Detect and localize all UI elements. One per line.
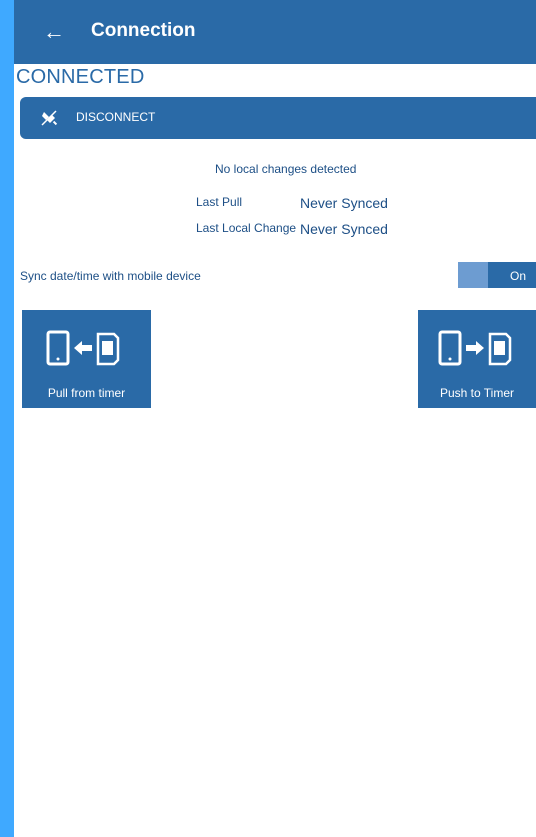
disconnect-label: DISCONNECT xyxy=(76,110,156,124)
push-to-timer-label: Push to Timer xyxy=(439,386,515,400)
toggle-thumb xyxy=(458,262,488,288)
sync-datetime-label: Sync date/time with mobile device xyxy=(20,269,201,283)
last-local-change-value: Never Synced xyxy=(300,221,388,237)
pull-from-timer-label: Pull from timer xyxy=(47,386,126,400)
pull-from-timer-button[interactable]: Pull from timer xyxy=(22,310,151,408)
push-to-timer-button[interactable]: Push to Timer xyxy=(418,310,536,408)
push-to-timer-icon xyxy=(438,330,512,366)
pull-from-timer-icon xyxy=(46,330,120,366)
disconnect-button[interactable]: DISCONNECT xyxy=(20,97,536,139)
page-title: Connection xyxy=(91,20,196,41)
sync-message: No local changes detected xyxy=(215,162,357,176)
last-local-change-label: Last Local Change xyxy=(196,221,297,235)
back-arrow-icon[interactable]: ← xyxy=(40,18,68,46)
app-bar: ← Connection xyxy=(14,0,536,64)
last-pull-value: Never Synced xyxy=(300,195,388,211)
sync-datetime-toggle[interactable]: On xyxy=(458,262,536,288)
app-frame: ← Connection CONNECTED DISCONNECT No loc… xyxy=(14,0,536,837)
unplug-icon xyxy=(41,110,58,126)
connection-status: CONNECTED xyxy=(16,66,145,88)
toggle-state-label: On xyxy=(510,269,527,283)
last-pull-label: Last Pull xyxy=(196,195,243,209)
